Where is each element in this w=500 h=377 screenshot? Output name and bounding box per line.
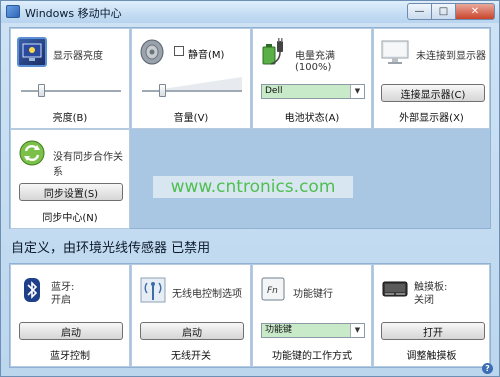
- volume-label[interactable]: 音量(V): [132, 109, 250, 124]
- battery-label[interactable]: 电池状态(A): [253, 109, 371, 124]
- tile-bluetooth: 蓝牙: 开启 启动 蓝牙控制: [10, 264, 130, 367]
- wireless-label[interactable]: 无线开关: [132, 347, 250, 362]
- tile-touchpad: 触摸板: 关闭 打开 调整触摸板: [373, 264, 490, 367]
- chevron-down-icon: ▼: [350, 324, 364, 337]
- chevron-down-icon: ▼: [350, 85, 364, 98]
- custom-section-heading: 自定义，由环境光线传感器 已禁用: [11, 241, 211, 256]
- fn-key-label[interactable]: 功能键的工作方式: [253, 347, 371, 362]
- monitor-icon[interactable]: [380, 37, 410, 67]
- maximize-button[interactable]: □: [431, 3, 455, 20]
- battery-plug-icon[interactable]: [259, 37, 289, 67]
- bluetooth-toggle-button[interactable]: 启动: [19, 322, 123, 340]
- power-plan-value: Dell: [265, 86, 283, 96]
- mute-checkbox[interactable]: [174, 46, 184, 56]
- sync-title: 没有同步合作关系: [53, 152, 123, 178]
- fn-key-select-value: 功能键: [265, 325, 293, 335]
- touchpad-icon[interactable]: [380, 275, 410, 305]
- window-title: Windows 移动中心: [25, 7, 122, 20]
- help-icon[interactable]: ?: [482, 363, 493, 374]
- touchpad-status: 关闭: [414, 295, 434, 306]
- tile-wireless: 无线电控制选项 启动 无线开关: [131, 264, 251, 367]
- brightness-slider-thumb[interactable]: [37, 84, 45, 97]
- touchpad-label[interactable]: 调整触摸板: [374, 347, 489, 362]
- tile-sync-center: 没有同步合作关系 同步设置(S) 同步中心(N): [10, 129, 130, 229]
- connect-display-button[interactable]: 连接显示器(C): [381, 84, 485, 102]
- tile-external-display: 未连接到显示器 连接显示器(C) 外部显示器(X): [373, 28, 490, 129]
- speaker-icon[interactable]: [138, 37, 168, 67]
- mobility-center-window: Windows 移动中心 — □ ✕ 显示器亮度 亮度(B) 静音(M) 音量(…: [0, 0, 500, 377]
- battery-title: 电量充满(100%): [295, 51, 335, 73]
- tile-fn-key: Fn 功能键行 功能键 ▼ 功能键的工作方式: [252, 264, 372, 367]
- app-icon: [6, 5, 20, 18]
- caption-buttons: — □ ✕: [407, 3, 495, 20]
- watermark: www.cntronics.com: [153, 176, 353, 198]
- bluetooth-status: 开启: [51, 295, 71, 306]
- close-button[interactable]: ✕: [455, 3, 495, 20]
- external-display-title: 未连接到显示器: [416, 51, 486, 62]
- mute-label[interactable]: 静音(M): [188, 46, 224, 61]
- tile-volume: 静音(M) 音量(V): [131, 28, 251, 129]
- fn-key-icon[interactable]: Fn: [259, 275, 289, 305]
- sync-icon[interactable]: [17, 138, 47, 168]
- wireless-antenna-icon[interactable]: [138, 275, 168, 305]
- fn-key-select[interactable]: 功能键 ▼: [261, 323, 365, 338]
- fn-key-title: 功能键行: [293, 289, 333, 300]
- wireless-title: 无线电控制选项: [172, 289, 242, 300]
- touchpad-toggle-button[interactable]: 打开: [381, 322, 485, 340]
- tile-grid-top: 显示器亮度 亮度(B) 静音(M) 音量(V) 电量充满(100%) Dell …: [9, 27, 491, 229]
- display-brightness-label[interactable]: 亮度(B): [11, 109, 129, 124]
- volume-slider-thumb[interactable]: [158, 84, 166, 97]
- volume-slider-track[interactable]: [142, 90, 242, 92]
- tile-grid-bottom: 蓝牙: 开启 启动 蓝牙控制 无线电控制选项 启动 无线开关 Fn 功能键行 功…: [9, 263, 491, 368]
- tile-display-brightness: 显示器亮度 亮度(B): [10, 28, 130, 129]
- minimize-button[interactable]: —: [407, 3, 431, 20]
- sync-settings-button[interactable]: 同步设置(S): [19, 183, 123, 201]
- wireless-toggle-button[interactable]: 启动: [140, 322, 244, 340]
- display-brightness-title: 显示器亮度: [53, 51, 103, 62]
- brightness-slider-track[interactable]: [21, 90, 121, 92]
- external-display-label[interactable]: 外部显示器(X): [374, 109, 489, 124]
- bluetooth-label[interactable]: 蓝牙控制: [11, 347, 129, 362]
- tile-battery: 电量充满(100%) Dell ▼ 电池状态(A): [252, 28, 372, 129]
- power-plan-select[interactable]: Dell ▼: [261, 84, 365, 99]
- fn-key-glyph: Fn: [267, 286, 278, 296]
- title-bar[interactable]: Windows 移动中心 — □ ✕: [1, 1, 499, 23]
- sync-center-label[interactable]: 同步中心(N): [11, 209, 129, 224]
- bluetooth-icon[interactable]: [17, 275, 47, 305]
- display-brightness-icon[interactable]: [17, 37, 47, 67]
